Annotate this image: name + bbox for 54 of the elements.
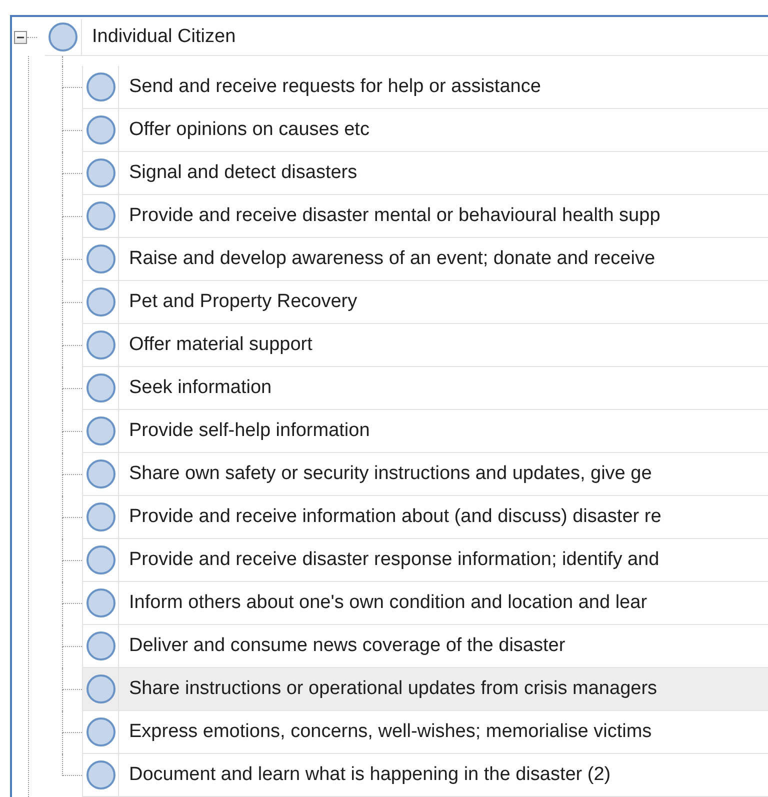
tree-row[interactable]: Provide and receive information about (and discuss) disaster re	[82, 496, 768, 539]
circle-icon	[86, 545, 116, 575]
tree-item[interactable]: Raise and develop awareness of an event; donate and receive	[129, 248, 656, 270]
tree-row[interactable]: Share instructions or operational updates from crisis managers	[82, 668, 768, 711]
tree-row[interactable]: Raise and develop awareness of an event; donate and receive	[82, 238, 768, 281]
tree-row[interactable]: Inform others about one's own condition and location and lear	[82, 582, 768, 625]
circle-icon	[86, 244, 116, 274]
circle-icon	[86, 72, 116, 102]
tree-row[interactable]: Offer material support	[82, 324, 768, 367]
tree-item[interactable]: Share instructions or operational updates from crisis managers	[129, 678, 658, 700]
circle-icon	[86, 459, 116, 489]
circle-icon	[86, 674, 116, 704]
circle-icon	[48, 22, 78, 52]
tree-row[interactable]: Seek information	[82, 367, 768, 410]
tree-row[interactable]: Deliver and consume news coverage of the disaster	[82, 625, 768, 668]
tree-row[interactable]: Offer opinions on causes etc	[82, 109, 768, 152]
collapse-button[interactable]	[14, 31, 26, 44]
circle-icon	[86, 588, 116, 618]
circle-icon	[86, 330, 116, 360]
circle-icon	[86, 631, 116, 661]
circle-icon	[86, 158, 116, 188]
tree-row[interactable]: Provide and receive disaster mental or behavioural health supp	[82, 195, 768, 238]
circle-icon	[86, 287, 116, 317]
tree-row[interactable]: Pet and Property Recovery	[82, 281, 768, 324]
tree-item[interactable]: Document and learn what is happening in the disaster (2)	[129, 764, 611, 786]
tree-row[interactable]: Share own safety or security instructions and updates, give ge	[82, 453, 768, 496]
tree-item[interactable]: Individual Citizen	[92, 26, 236, 48]
tree-row[interactable]: Send and receive requests for help or assistance	[82, 66, 768, 109]
tree-row[interactable]: Provide and receive disaster response information; identify and	[82, 539, 768, 582]
tree-item[interactable]: Share own safety or security instructions and updates, give ge	[129, 463, 652, 485]
circle-icon	[86, 760, 116, 790]
tree-item[interactable]: Seek information	[129, 377, 272, 399]
circle-icon	[86, 115, 116, 145]
tree-item[interactable]: Pet and Property Recovery	[129, 291, 358, 313]
tree-item[interactable]: Inform others about one's own condition and location and lear	[129, 592, 648, 614]
tree-item[interactable]: Provide and receive disaster mental or behavioural health supp	[129, 205, 660, 227]
tree-item[interactable]: Provide and receive disaster response information; identify and	[129, 549, 660, 571]
tree-row[interactable]: Express emotions, concerns, well-wishes; memorialise victims	[82, 711, 768, 754]
tree-item[interactable]: Deliver and consume news coverage of the disaster	[129, 635, 566, 657]
tree-row[interactable]: Signal and detect disasters	[82, 152, 768, 195]
tree-item[interactable]: Send and receive requests for help or assistance	[129, 76, 541, 98]
circle-icon	[86, 201, 116, 231]
tree-row[interactable]: Provide self-help information	[82, 410, 768, 453]
tree-item[interactable]: Express emotions, concerns, well-wishes; memorialise victims	[129, 721, 652, 743]
circle-icon	[86, 416, 116, 446]
tree-row[interactable]: Document and learn what is happening in the disaster (2)	[82, 754, 768, 797]
tree-item[interactable]: Signal and detect disasters	[129, 162, 358, 184]
tree-item[interactable]: Provide self-help information	[129, 420, 370, 442]
tree-item[interactable]: Offer opinions on causes etc	[129, 119, 370, 141]
circle-icon	[86, 502, 116, 532]
tree-item[interactable]: Provide and receive information about (and discuss) disaster re	[129, 506, 662, 528]
circle-icon	[86, 373, 116, 403]
circle-icon	[86, 717, 116, 747]
tree-item[interactable]: Offer material support	[129, 334, 312, 356]
